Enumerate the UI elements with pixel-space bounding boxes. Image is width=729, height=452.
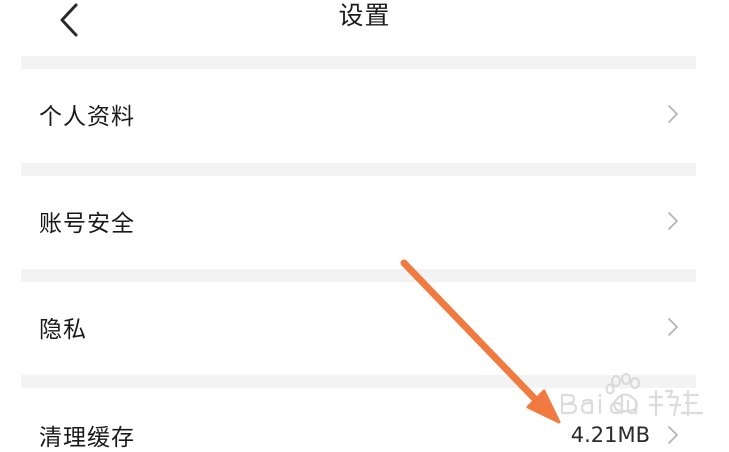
settings-item-label: 清理缓存 bbox=[39, 425, 135, 451]
settings-screen: 设置 个人资料 账号安全 隐私 清理缓存 4.21MB bbox=[0, 0, 729, 452]
settings-item-label: 隐私 bbox=[39, 317, 87, 343]
settings-item-label: 账号安全 bbox=[39, 211, 135, 237]
section-divider bbox=[21, 56, 696, 69]
settings-item-clear-cache[interactable]: 清理缓存 4.21MB bbox=[21, 388, 696, 452]
chevron-right-icon bbox=[666, 424, 680, 446]
section-divider bbox=[21, 269, 696, 282]
settings-item-profile[interactable]: 个人资料 bbox=[21, 69, 696, 159]
section-divider bbox=[21, 163, 696, 176]
chevron-right-icon bbox=[666, 316, 680, 338]
nav-bar: 设置 bbox=[0, 0, 729, 56]
page-title: 设置 bbox=[338, 1, 391, 30]
cache-size-value: 4.21MB bbox=[570, 423, 650, 447]
chevron-right-icon bbox=[666, 210, 680, 232]
settings-item-label: 个人资料 bbox=[39, 104, 135, 130]
settings-item-account-security[interactable]: 账号安全 bbox=[21, 176, 696, 266]
section-divider bbox=[21, 375, 696, 388]
settings-item-privacy[interactable]: 隐私 bbox=[21, 282, 696, 372]
chevron-right-icon bbox=[666, 103, 680, 125]
